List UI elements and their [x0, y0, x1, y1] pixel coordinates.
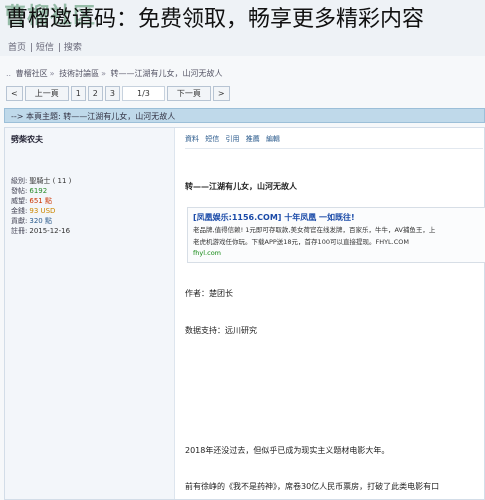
- post-body-line-1: 2018年还没过去，但似乎已成为现实主义题材电影大年。: [185, 446, 390, 455]
- post-divider: [185, 148, 483, 149]
- author-stat-label: 級別:: [11, 177, 28, 185]
- promo-banner: 曹榴邀请码：免费领取，畅享更多精彩内容: [6, 7, 425, 32]
- post-author-line: 作者：楚团长: [185, 289, 233, 298]
- author-stat-label: 金錢:: [11, 207, 28, 215]
- page-2-button[interactable]: 2: [87, 86, 103, 101]
- recommend-link[interactable]: 推薦: [246, 135, 260, 143]
- breadcrumb-thread[interactable]: 转——江湖有儿女，山河无故人: [111, 69, 223, 78]
- post-actions: 資料 短信 引用 推薦 編輯: [185, 134, 284, 144]
- ad-box[interactable]: [凤凰娱乐:1156.COM] 十年凤凰 一如既往! 老品牌,值得信赖! 1元即…: [187, 207, 485, 263]
- nav-search-link[interactable]: 搜索: [64, 43, 82, 53]
- breadcrumb-home[interactable]: 曹榴社区: [16, 69, 48, 78]
- author-stat-row: 發帖: 6192: [11, 186, 71, 196]
- author-stat-row: 貢獻: 320 點: [11, 216, 71, 226]
- breadcrumb-board[interactable]: 技術討論區: [59, 69, 99, 78]
- next-page-button[interactable]: 下一頁: [166, 86, 211, 101]
- author-stat-label: 註冊:: [11, 227, 28, 235]
- author-stat-row: 威望: 651 點: [11, 196, 71, 206]
- ad-line-2: 老虎机游戏任你玩。下载APP送18元，首存100可以直接提现。FHYL.COM: [193, 238, 410, 246]
- prev-page-button[interactable]: 上一頁: [24, 86, 69, 101]
- author-stat-row: 註冊: 2015-12-16: [11, 226, 71, 236]
- author-stat-value: 2015-12-16: [29, 227, 71, 235]
- post-title: 转——江湖有儿女，山河无故人: [185, 182, 297, 191]
- author-name[interactable]: 劈柴农夫: [11, 134, 43, 145]
- author-stat-value: 651 點: [29, 197, 52, 205]
- author-stat-value: 6192: [29, 187, 48, 195]
- message-link[interactable]: 短信: [205, 135, 219, 143]
- post-support-line: 数据支持：远川研究: [185, 326, 257, 335]
- ad-title[interactable]: [凤凰娱乐:1156.COM] 十年凤凰 一如既往!: [193, 212, 480, 223]
- last-page-button[interactable]: >: [212, 86, 230, 101]
- top-nav: 首页 | 短信 | 搜索: [8, 43, 82, 53]
- pagination: < 上一頁 1 2 3 1/3 下一頁 >: [6, 86, 230, 101]
- author-sidebar: 劈柴农夫 級別: 聖騎士 ( 11 ) 發帖: 6192 威望: 651 點金錢: 93 U…: [5, 128, 175, 499]
- author-stat-label: 貢獻:: [11, 217, 28, 225]
- forum-page: 首页 | 短信 | 搜索 .. 曹榴社区» 技術討論區» 转——江湖有儿女，山河无故…: [0, 0, 485, 500]
- author-stat-row: 級別: 聖騎士 ( 11 ): [11, 176, 71, 186]
- profile-link[interactable]: 資料: [185, 135, 199, 143]
- quote-link[interactable]: 引用: [225, 135, 239, 143]
- post: 劈柴农夫 級別: 聖騎士 ( 11 ) 發帖: 6192 威望: 651 點金錢: 93 U…: [4, 127, 485, 500]
- author-stat-row: 金錢: 93 USD: [11, 206, 71, 216]
- author-stats: 級別: 聖騎士 ( 11 ) 發帖: 6192 威望: 651 點金錢: 93 USD 貢獻:…: [11, 176, 71, 236]
- page-3-button[interactable]: 3: [104, 86, 120, 101]
- ad-line-1: 老品牌,值得信赖! 1元即可存取款,美女荷官在线发牌，百家乐，牛牛，AV捕鱼王，…: [193, 226, 436, 234]
- nav-home-link[interactable]: 首页: [8, 43, 26, 53]
- first-page-button[interactable]: <: [6, 86, 23, 101]
- ad-link[interactable]: fhyl.com: [193, 249, 480, 257]
- author-stat-label: 發帖:: [11, 187, 28, 195]
- author-stat-label: 威望:: [11, 197, 28, 205]
- edit-link[interactable]: 編輯: [266, 135, 280, 143]
- post-body-line-2: 前有徐峥的《我不是药神》，席卷30亿人民币票房，打破了此类电影有口: [185, 482, 440, 491]
- breadcrumb: .. 曹榴社区» 技術討論區» 转——江湖有儿女，山河无故人: [6, 69, 223, 78]
- author-stat-value: 聖騎士 ( 11 ): [29, 177, 72, 185]
- page-indicator: 1/3: [121, 86, 165, 101]
- author-stat-value: 320 點: [29, 217, 52, 225]
- thread-title-bar: --> 本頁主題: 转——江湖有儿女，山河无故人: [4, 108, 485, 123]
- nav-messages-link[interactable]: 短信: [36, 43, 54, 53]
- page-1-button[interactable]: 1: [70, 86, 86, 101]
- author-stat-value: 93 USD: [29, 207, 56, 215]
